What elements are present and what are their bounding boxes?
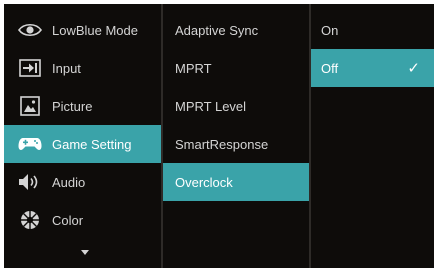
submenu-item-mprt[interactable]: MPRT	[163, 49, 309, 87]
submenu-item-overclock[interactable]: Overclock	[163, 163, 309, 201]
menu-item-label: Game Setting	[52, 137, 132, 152]
menu-item-label: Picture	[52, 99, 93, 114]
speaker-icon	[18, 171, 42, 193]
submenu-item-smartresponse[interactable]: SmartResponse	[163, 125, 309, 163]
chevron-down-icon[interactable]	[81, 250, 89, 255]
option-label: On	[321, 23, 339, 38]
color-palette-icon	[18, 209, 42, 231]
menu-item-label: Color	[52, 213, 84, 228]
submenu-item-label: Overclock	[175, 175, 233, 190]
submenu: Adaptive Sync MPRT MPRT Level SmartRespo…	[163, 4, 309, 268]
menu-item-label: Audio	[52, 175, 86, 190]
menu-item-color[interactable]: Color	[4, 201, 161, 239]
menu-item-audio[interactable]: Audio	[4, 163, 161, 201]
option-on[interactable]: On	[311, 11, 434, 49]
menu-item-picture[interactable]: Picture	[4, 87, 161, 125]
option-label: Off	[321, 61, 339, 76]
menu-item-game-setting[interactable]: Game Setting	[4, 125, 161, 163]
gamepad-icon	[18, 133, 42, 155]
osd-menu: LowBlue Mode Input Picture Game Setting …	[4, 4, 434, 268]
menu-item-label: Input	[52, 61, 81, 76]
input-arrow-icon	[18, 57, 42, 79]
menu-item-lowblue-mode[interactable]: LowBlue Mode	[4, 11, 161, 49]
menu-item-input[interactable]: Input	[4, 49, 161, 87]
picture-icon	[18, 95, 42, 117]
submenu-item-mprt-level[interactable]: MPRT Level	[163, 87, 309, 125]
submenu-item-label: MPRT Level	[175, 99, 247, 114]
options-panel: On Off ✓	[311, 4, 434, 268]
submenu-item-label: SmartResponse	[175, 137, 269, 152]
submenu-item-label: Adaptive Sync	[175, 23, 259, 38]
main-menu: LowBlue Mode Input Picture Game Setting …	[4, 4, 161, 268]
checkmark-icon: ✓	[407, 60, 420, 77]
submenu-item-label: MPRT	[175, 61, 212, 76]
eye-icon	[18, 19, 42, 41]
menu-item-label: LowBlue Mode	[52, 23, 138, 38]
option-off[interactable]: Off ✓	[311, 49, 434, 87]
submenu-item-adaptive-sync[interactable]: Adaptive Sync	[163, 11, 309, 49]
